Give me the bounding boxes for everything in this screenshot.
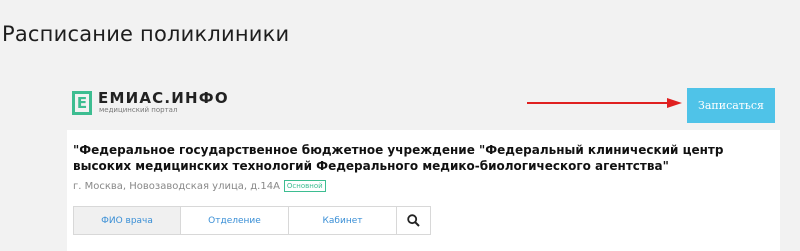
address-row: г. Москва, Новозаводская улица, д.14А Ос… — [73, 180, 326, 192]
search-icon — [407, 214, 420, 227]
tab-department[interactable]: Отделение — [181, 207, 289, 234]
signup-button[interactable]: Записаться — [687, 88, 775, 123]
logo-subtitle: медицинский портал — [99, 106, 178, 114]
clinic-address: г. Москва, Новозаводская улица, д.14А — [73, 180, 280, 192]
clinic-card: "Федеральное государственное бюджетное у… — [67, 130, 780, 251]
status-badge: Основной — [283, 180, 326, 192]
clinic-name: "Федеральное государственное бюджетное у… — [73, 143, 724, 173]
logo-mark: E — [72, 91, 92, 115]
tab-cabinet[interactable]: Кабинет — [289, 207, 397, 234]
tab-doctor-name[interactable]: ФИО врача — [74, 207, 181, 234]
logo-text: ЕМИАС.ИНФО медицинский портал — [98, 91, 229, 115]
search-tabs: ФИО врача Отделение Кабинет — [73, 206, 431, 235]
search-button[interactable] — [397, 207, 430, 234]
logo-name: ЕМИАС.ИНФО — [98, 89, 229, 107]
page-title: Расписание поликлиники — [2, 22, 290, 47]
emias-logo[interactable]: E ЕМИАС.ИНФО медицинский портал — [72, 88, 229, 118]
red-arrow-icon — [527, 98, 682, 108]
